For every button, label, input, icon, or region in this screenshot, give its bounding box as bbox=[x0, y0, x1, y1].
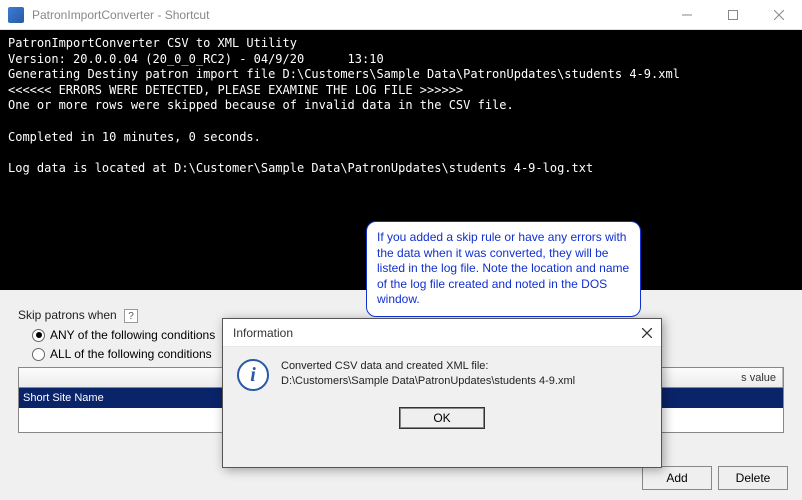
information-dialog: Information i Converted CSV data and cre… bbox=[222, 318, 662, 468]
radio-all-label: ALL of the following conditions bbox=[50, 347, 212, 361]
grid-col-1[interactable]: D bbox=[19, 368, 249, 387]
skip-patrons-label: Skip patrons when bbox=[18, 308, 117, 322]
help-icon[interactable]: ? bbox=[124, 309, 138, 323]
annotation-callout: If you added a skip rule or have any err… bbox=[366, 221, 641, 317]
console-line: Generating Destiny patron import file D:… bbox=[8, 67, 680, 81]
console-line: Log data is located at D:\Customer\Sampl… bbox=[8, 161, 593, 175]
titlebar: PatronImportConverter - Shortcut bbox=[0, 0, 802, 30]
console-line: <<<<<< ERRORS WERE DETECTED, PLEASE EXAM… bbox=[8, 83, 463, 97]
radio-any-label: ANY of the following conditions bbox=[50, 328, 215, 342]
ok-button[interactable]: OK bbox=[399, 407, 485, 429]
close-button[interactable] bbox=[756, 0, 802, 30]
radio-any[interactable] bbox=[32, 329, 45, 342]
minimize-button[interactable] bbox=[664, 0, 710, 30]
window-controls bbox=[664, 0, 802, 30]
dialog-body: i Converted CSV data and created XML fil… bbox=[223, 347, 661, 467]
add-button[interactable]: Add bbox=[642, 466, 712, 490]
delete-button[interactable]: Delete bbox=[718, 466, 788, 490]
console-line: One or more rows were skipped because of… bbox=[8, 98, 514, 112]
panel-buttons: Add Delete bbox=[642, 466, 788, 490]
callout-text: If you added a skip rule or have any err… bbox=[377, 230, 629, 306]
console-line: PatronImportConverter CSV to XML Utility bbox=[8, 36, 297, 50]
info-icon: i bbox=[237, 359, 269, 391]
console-line: Version: 20.0.0.04 (20_0_0_RC2) - 04/9/2… bbox=[8, 52, 384, 66]
dialog-titlebar: Information bbox=[223, 319, 661, 347]
dialog-message-line: Converted CSV data and created XML file: bbox=[281, 359, 575, 374]
window-title: PatronImportConverter - Shortcut bbox=[32, 8, 209, 22]
dialog-message: Converted CSV data and created XML file:… bbox=[281, 359, 575, 391]
dialog-title: Information bbox=[233, 326, 293, 340]
radio-all[interactable] bbox=[32, 348, 45, 361]
maximize-button[interactable] bbox=[710, 0, 756, 30]
dialog-message-line: D:\Customers\Sample Data\PatronUpdates\s… bbox=[281, 374, 575, 389]
row-cell: Short Site Name bbox=[23, 392, 104, 404]
grid-col-3[interactable]: s value bbox=[649, 368, 783, 387]
app-icon bbox=[8, 7, 24, 23]
dialog-close-button[interactable] bbox=[639, 325, 655, 341]
console-line: Completed in 10 minutes, 0 seconds. bbox=[8, 130, 261, 144]
